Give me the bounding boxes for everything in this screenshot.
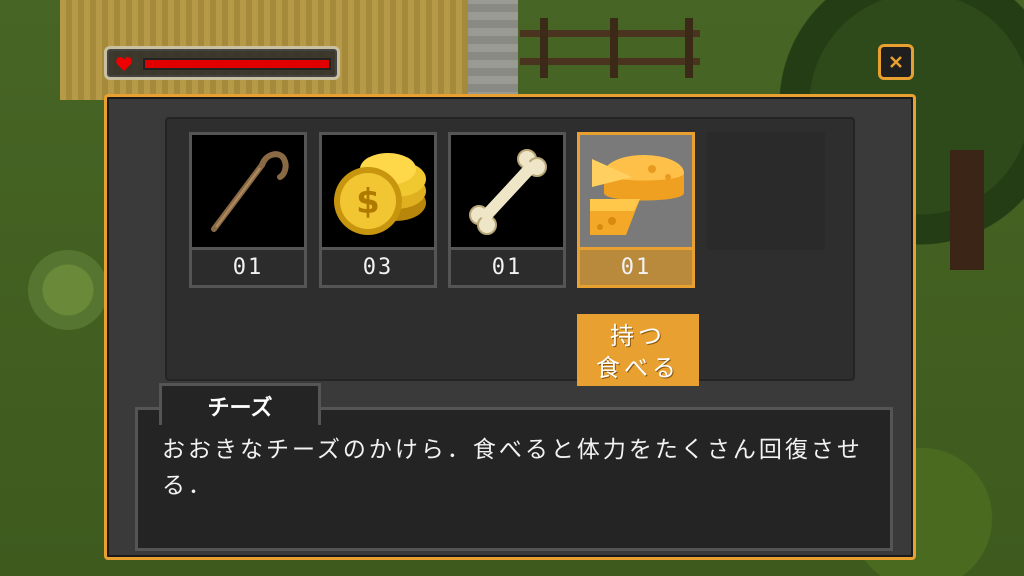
inventory-slot[interactable]: 01	[448, 132, 566, 288]
inventory-slot[interactable]: 01	[189, 132, 307, 288]
hp-bar-frame	[104, 46, 340, 80]
hp-fill	[145, 60, 329, 68]
eat-action[interactable]: 食べる	[580, 349, 696, 382]
hp-bar	[143, 58, 331, 70]
inventory-slot[interactable]: $ 03	[319, 132, 437, 288]
hold-action[interactable]: 持つ	[580, 317, 696, 350]
inventory-slot-selected[interactable]: 01	[577, 132, 695, 288]
coins-icon: $	[319, 132, 437, 250]
bone-icon	[448, 132, 566, 250]
cheese-icon	[577, 132, 695, 250]
svg-text:$: $	[356, 182, 380, 222]
close-button[interactable]	[878, 44, 914, 80]
item-count: 01	[189, 250, 307, 288]
stone-path	[468, 0, 518, 100]
item-slots-panel: 01 $ 03 01 01 持つ 食べる	[165, 117, 855, 386]
inventory-slot-empty[interactable]	[707, 132, 825, 250]
item-description-box: おおきなチーズのかけら．食べると体力をたくさん回復させる．	[135, 407, 893, 551]
inventory-window: 01 $ 03 01 01 持つ 食べる おおきなチーズのかけら．食べると体力を…	[104, 94, 916, 560]
close-icon	[890, 56, 902, 68]
item-count: 01	[577, 250, 695, 288]
empty-slot	[707, 132, 825, 250]
heart-icon	[116, 57, 132, 71]
item-description-text: おおきなチーズのかけら．食べると体力をたくさん回復させる．	[162, 437, 863, 499]
tree-trunk	[950, 150, 984, 270]
item-count: 03	[319, 250, 437, 288]
wooden-fence	[520, 18, 700, 78]
item-count: 01	[448, 250, 566, 288]
staff-icon	[189, 132, 307, 250]
bush	[28, 250, 108, 330]
item-action-menu: 持つ 食べる	[577, 314, 699, 386]
item-name-tab: チーズ	[159, 383, 321, 425]
